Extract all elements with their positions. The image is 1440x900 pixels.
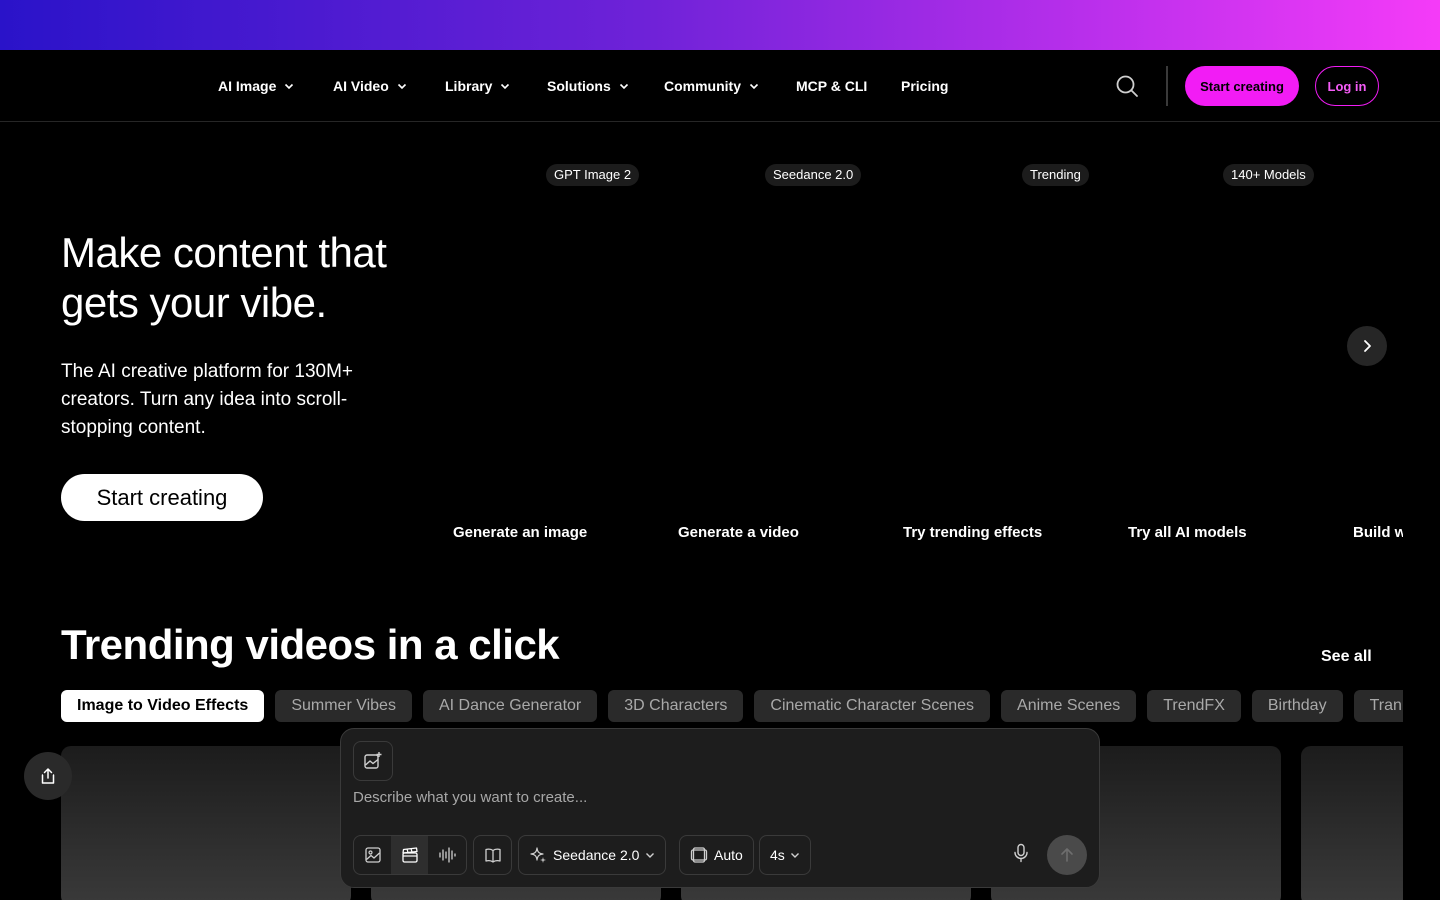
card-badge: Seedance 2.0	[765, 164, 862, 186]
category-chip[interactable]: Anime Scenes	[1001, 690, 1137, 722]
nav-ai-video[interactable]: AI Video	[333, 76, 407, 96]
video-thumbnail[interactable]	[61, 746, 351, 900]
chevron-down-icon	[397, 83, 406, 90]
category-chip[interactable]: Summer Vibes	[275, 690, 412, 722]
microphone-icon	[1014, 843, 1028, 863]
nav-label: Library	[445, 78, 493, 94]
add-image-button[interactable]	[353, 741, 393, 781]
card-badge: GPT Image 2	[546, 164, 640, 186]
aspect-ratio-icon	[690, 847, 708, 863]
share-icon	[41, 768, 55, 784]
image-add-icon	[364, 752, 382, 769]
carousel-next-button[interactable]	[1347, 326, 1387, 366]
sparkle-icon	[530, 847, 546, 863]
chevron-down-icon	[285, 83, 294, 90]
microphone-button[interactable]	[1009, 841, 1033, 865]
clapperboard-icon	[401, 847, 418, 863]
nav-label: AI Image	[218, 78, 277, 94]
card-generate-image[interactable]: Generate an image	[453, 524, 587, 541]
duration-select[interactable]: 4s	[759, 835, 811, 875]
trending-section-title: Trending videos in a click	[61, 621, 560, 668]
nav-label: Pricing	[901, 78, 949, 94]
image-icon	[364, 847, 381, 863]
nav-ai-image[interactable]: AI Image	[218, 76, 294, 96]
hero-title: Make content that gets your vibe.	[61, 229, 387, 326]
see-all-link[interactable]: See all	[1321, 648, 1372, 666]
video-mode-button[interactable]	[391, 836, 428, 874]
nav-community[interactable]: Community	[664, 76, 759, 96]
library-group	[473, 835, 512, 875]
share-button[interactable]	[24, 752, 72, 800]
promo-banner	[0, 0, 1440, 50]
search-icon	[1116, 75, 1138, 97]
category-chip[interactable]: 3D Characters	[608, 690, 744, 722]
nav-label: AI Video	[333, 78, 389, 94]
nav-divider	[1166, 66, 1168, 106]
hero-subtitle: The AI creative platform for 130M+ creat…	[61, 361, 353, 438]
chevron-down-icon	[749, 83, 759, 90]
top-navbar: AI Image AI Video Library Solutions Comm…	[0, 50, 1440, 122]
card-trending-effects[interactable]: Try trending effects	[903, 524, 1042, 541]
aspect-ratio-select[interactable]: Auto	[679, 835, 754, 875]
prompt-composer: Seedance 2.0 Auto 4s	[340, 728, 1100, 888]
feature-carousel: GPT Image 2 Seedance 2.0 Trending 140+ M…	[440, 150, 1403, 560]
card-all-models[interactable]: Try all AI models	[1128, 524, 1247, 541]
category-chip[interactable]: TrendFX	[1147, 690, 1241, 722]
aspect-ratio-label: Auto	[714, 847, 743, 863]
hero-start-creating-button[interactable]: Start creating	[61, 474, 263, 521]
chevron-down-icon	[501, 83, 510, 90]
category-chips: Image to Video Effects Summer Vibes AI Dan…	[61, 690, 1403, 722]
image-mode-button[interactable]	[354, 836, 391, 874]
chevron-down-icon	[619, 83, 628, 90]
card-badge: 140+ Models	[1223, 164, 1314, 186]
search-button[interactable]	[1114, 73, 1140, 99]
card-generate-video[interactable]: Generate a video	[678, 524, 799, 541]
category-chip[interactable]: Cinematic Character Scenes	[754, 690, 991, 722]
category-chip[interactable]: Birthday	[1251, 690, 1343, 722]
nav-label: Community	[664, 78, 741, 94]
book-open-icon	[484, 848, 501, 863]
model-select[interactable]: Seedance 2.0	[518, 835, 667, 875]
nav-solutions[interactable]: Solutions	[547, 76, 629, 96]
card-build[interactable]: Build w	[1353, 524, 1403, 541]
category-chip[interactable]: AI Dance Generator	[422, 690, 598, 722]
model-select-label: Seedance 2.0	[553, 847, 640, 863]
send-button[interactable]	[1047, 835, 1087, 875]
category-chip[interactable]: Image to Video Effects	[61, 690, 265, 722]
waveform-icon	[438, 847, 456, 863]
arrow-up-icon	[1061, 848, 1073, 862]
nav-library[interactable]: Library	[445, 76, 510, 96]
login-button[interactable]: Log in	[1315, 66, 1379, 106]
start-creating-nav-button[interactable]: Start creating	[1185, 66, 1299, 106]
chevron-down-icon	[790, 853, 799, 858]
library-button[interactable]	[474, 836, 511, 874]
category-chip[interactable]: Tran	[1353, 690, 1403, 722]
audio-mode-button[interactable]	[428, 836, 465, 874]
mode-toggle-group	[353, 835, 467, 875]
card-badge: Trending	[1022, 164, 1089, 186]
nav-pricing[interactable]: Pricing	[901, 76, 948, 96]
nav-label: Solutions	[547, 78, 611, 94]
nav-label: MCP & CLI	[796, 78, 868, 94]
video-thumbnail[interactable]	[1301, 746, 1403, 900]
chevron-right-icon	[1364, 340, 1371, 352]
duration-label: 4s	[770, 847, 785, 863]
prompt-input[interactable]	[353, 785, 1083, 809]
chevron-down-icon	[646, 853, 655, 858]
nav-mcp-cli[interactable]: MCP & CLI	[796, 76, 867, 96]
